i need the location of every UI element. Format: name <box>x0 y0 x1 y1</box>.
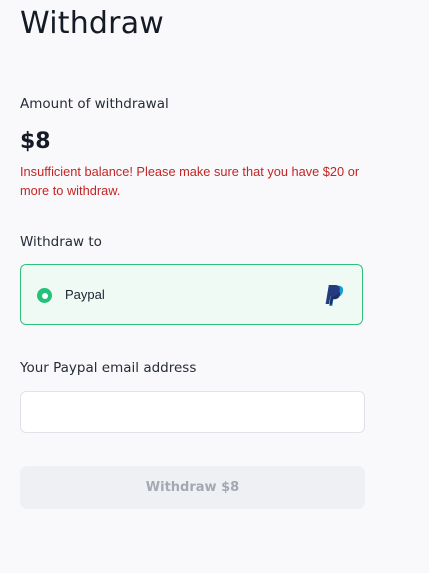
paypal-email-input[interactable] <box>20 391 365 433</box>
paypal-logo-icon <box>324 285 344 311</box>
withdraw-to-label: Withdraw to <box>20 234 102 250</box>
payment-option-label: Paypal <box>65 287 105 302</box>
payment-option-paypal[interactable]: Paypal <box>20 264 363 325</box>
amount-label: Amount of withdrawal <box>20 96 169 112</box>
withdraw-button[interactable]: Withdraw $8 <box>20 466 365 509</box>
page-title: Withdraw <box>20 6 165 41</box>
radio-selected-icon[interactable] <box>37 288 52 303</box>
email-label: Your Paypal email address <box>20 360 197 376</box>
insufficient-balance-error: Insufficient balance! Please make sure t… <box>20 164 360 198</box>
withdraw-amount: $8 <box>20 129 51 154</box>
